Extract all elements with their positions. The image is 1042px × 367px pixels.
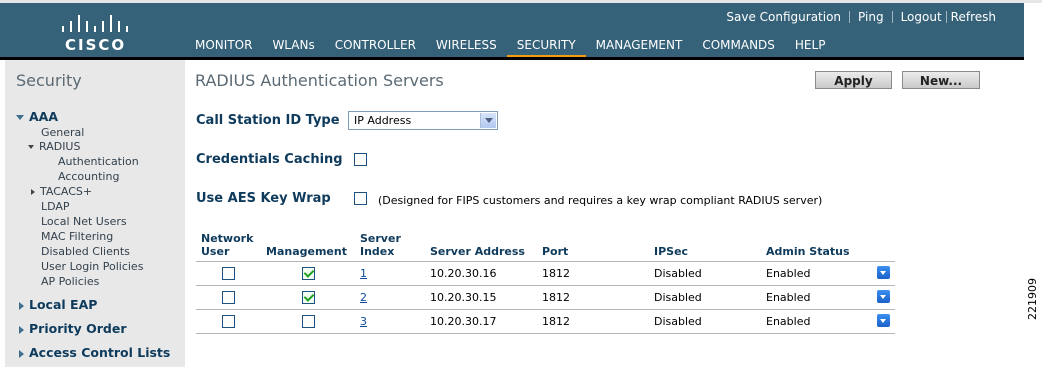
figure-number: 221909 [1026, 278, 1039, 320]
sidebar-title: Security [16, 71, 82, 90]
chevron-right-icon [19, 325, 24, 334]
nav-help[interactable]: HELP [795, 37, 826, 52]
page-title: RADIUS Authentication Servers [195, 71, 444, 90]
utility-links: Save Configuration Ping Logout Refresh [726, 10, 996, 24]
main-nav: MONITOR WLANs CONTROLLER WIRELESS SECURI… [195, 37, 845, 60]
nav-wlans[interactable]: WLANs [272, 37, 314, 52]
header-bar: CISCO Save Configuration Ping Logout Ref… [0, 3, 1024, 60]
apply-button[interactable]: Apply [815, 71, 892, 89]
network-user-checkbox[interactable] [222, 267, 235, 280]
sidebar-item-tacacs[interactable]: TACACS+ [31, 185, 92, 198]
aes-key-wrap-label: Use AES Key Wrap [196, 191, 331, 206]
header-port: Port [542, 245, 569, 258]
server-port: 1812 [542, 267, 570, 280]
sidebar-item-general[interactable]: General [41, 126, 84, 139]
ping-link[interactable]: Ping [858, 10, 884, 24]
cisco-logo: CISCO [58, 10, 136, 54]
network-user-checkbox[interactable] [222, 315, 235, 328]
aes-key-wrap-checkbox[interactable] [354, 192, 367, 205]
server-index-link[interactable]: 2 [360, 291, 367, 304]
divider [945, 11, 947, 23]
nav-commands[interactable]: COMMANDS [702, 37, 775, 52]
server-index-link[interactable]: 3 [360, 315, 367, 328]
refresh-link[interactable]: Refresh [951, 10, 996, 24]
header-admin-status: Admin Status [766, 245, 850, 258]
nav-controller[interactable]: CONTROLLER [335, 37, 416, 52]
chevron-down-icon[interactable] [480, 113, 496, 128]
ipsec-status: Disabled [654, 291, 702, 304]
sidebar-item-aaa[interactable]: AAA [16, 109, 58, 124]
chevron-right-icon [31, 189, 35, 195]
row-dropdown-icon[interactable] [877, 314, 890, 327]
network-user-checkbox[interactable] [222, 291, 235, 304]
sidebar-item-accounting[interactable]: Accounting [58, 170, 119, 183]
management-checkbox[interactable] [302, 315, 315, 328]
call-station-id-value: IP Address [354, 114, 412, 127]
chevron-right-icon [19, 301, 24, 310]
sidebar-item-disabled-clients[interactable]: Disabled Clients [41, 245, 130, 258]
logout-link[interactable]: Logout [901, 10, 942, 24]
sidebar-item-mac-filtering[interactable]: MAC Filtering [41, 230, 113, 243]
server-port: 1812 [542, 315, 570, 328]
server-index-link[interactable]: 1 [360, 267, 367, 280]
header-network-user: Network User [201, 232, 254, 258]
new-button[interactable]: New... [902, 71, 980, 89]
table-divider [196, 285, 895, 286]
sidebar-item-local-eap[interactable]: Local EAP [19, 297, 97, 312]
sidebar-item-radius[interactable]: RADIUS [28, 140, 80, 153]
header-server-index: Server Index [360, 232, 401, 258]
sidebar-item-user-login-policies[interactable]: User Login Policies [41, 260, 143, 273]
header-management: Management [266, 245, 347, 258]
credentials-caching-label: Credentials Caching [196, 152, 343, 167]
management-checkbox[interactable] [302, 267, 315, 280]
credentials-caching-checkbox[interactable] [354, 153, 367, 166]
cisco-wordmark: CISCO [65, 36, 127, 54]
sidebar-item-ldap[interactable]: LDAP [41, 200, 70, 213]
server-port: 1812 [542, 291, 570, 304]
header-server-address: Server Address [430, 245, 525, 258]
server-address: 10.20.30.17 [430, 315, 497, 328]
row-dropdown-icon[interactable] [877, 266, 890, 279]
sidebar-item-authentication[interactable]: Authentication [58, 155, 139, 168]
divider [891, 11, 893, 23]
admin-status: Enabled [766, 267, 811, 280]
management-checkbox[interactable] [302, 291, 315, 304]
ipsec-status: Disabled [654, 267, 702, 280]
admin-status: Enabled [766, 291, 811, 304]
divider [849, 11, 851, 23]
call-station-id-label: Call Station ID Type [196, 113, 340, 128]
nav-management[interactable]: MANAGEMENT [596, 37, 683, 52]
sidebar-item-access-control-lists[interactable]: Access Control Lists [19, 345, 170, 360]
save-configuration-link[interactable]: Save Configuration [726, 10, 841, 24]
sidebar: Security AAA General RADIUS Authenticati… [5, 60, 185, 367]
nav-monitor[interactable]: MONITOR [195, 37, 252, 52]
table-divider [196, 309, 895, 310]
chevron-down-icon [28, 145, 34, 149]
nav-wireless[interactable]: WIRELESS [436, 37, 497, 52]
aes-key-wrap-note: (Designed for FIPS customers and require… [378, 194, 823, 207]
chevron-down-icon [16, 115, 24, 120]
call-station-id-select[interactable]: IP Address [348, 111, 498, 130]
nav-security[interactable]: SECURITY [506, 37, 586, 60]
sidebar-item-priority-order[interactable]: Priority Order [19, 321, 127, 336]
admin-status: Enabled [766, 315, 811, 328]
server-address: 10.20.30.15 [430, 291, 497, 304]
table-divider [196, 261, 895, 262]
ipsec-status: Disabled [654, 315, 702, 328]
server-address: 10.20.30.16 [430, 267, 497, 280]
sidebar-item-local-net-users[interactable]: Local Net Users [41, 215, 127, 228]
table-divider [196, 333, 895, 334]
row-dropdown-icon[interactable] [877, 290, 890, 303]
header-ipsec: IPSec [654, 245, 689, 258]
cisco-bars-icon [62, 14, 132, 32]
sidebar-item-ap-policies[interactable]: AP Policies [41, 275, 99, 288]
chevron-right-icon [19, 349, 24, 358]
